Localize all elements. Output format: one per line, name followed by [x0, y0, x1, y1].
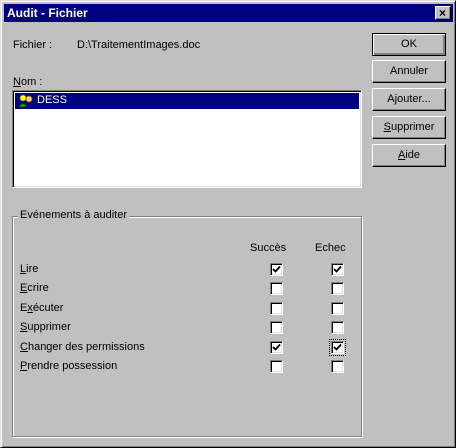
event-label-read: Lire	[20, 263, 39, 275]
list-item[interactable]: DESS	[15, 93, 359, 109]
add-button[interactable]: Ajouter...	[372, 88, 446, 111]
success-checkbox-execute[interactable]	[270, 302, 283, 315]
success-checkbox-write[interactable]	[270, 282, 283, 295]
names-listbox[interactable]: DESS	[12, 90, 362, 188]
events-group-title: Evénements à auditer	[18, 209, 130, 221]
success-column-header: Succès	[250, 242, 287, 254]
success-checkbox-read[interactable]	[270, 263, 283, 276]
failure-checkbox-write[interactable]	[331, 282, 344, 295]
help-button[interactable]: Aide	[372, 144, 446, 167]
check-icon	[333, 343, 342, 351]
event-label-delete: Supprimer	[20, 321, 71, 333]
list-item-label: DESS	[37, 94, 67, 106]
cancel-button[interactable]: Annuler	[372, 60, 446, 83]
failure-checkbox-take-ownership[interactable]	[331, 360, 344, 373]
failure-column-header: Echec	[315, 242, 346, 254]
close-icon: ×	[439, 6, 447, 20]
event-label-take-ownership: Prendre possession	[20, 360, 118, 372]
failure-checkbox-read[interactable]	[331, 263, 344, 276]
title-bar: Audit - Fichier ×	[4, 4, 453, 22]
audit-dialog: Audit - Fichier × Fichier : D:\Traitemen…	[0, 0, 456, 448]
check-icon	[272, 265, 281, 273]
check-icon	[272, 343, 281, 351]
success-checkbox-take-ownership[interactable]	[270, 360, 283, 373]
names-label: Nom :	[13, 76, 43, 88]
close-button[interactable]: ×	[435, 6, 451, 20]
success-checkbox-delete[interactable]	[270, 321, 283, 334]
event-label-write: Ecrire	[20, 282, 49, 294]
check-icon	[333, 265, 342, 273]
event-label-change-permissions: Changer des permissions	[20, 341, 145, 353]
remove-button[interactable]: Supprimer	[372, 116, 446, 139]
ok-button[interactable]: OK	[372, 33, 446, 56]
file-path: D:\TraitementImages.doc	[77, 39, 201, 51]
window-title: Audit - Fichier	[7, 6, 88, 20]
event-label-execute: Exécuter	[20, 302, 64, 314]
failure-checkbox-execute[interactable]	[331, 302, 344, 315]
failure-checkbox-change-permissions[interactable]	[331, 341, 344, 354]
group-icon	[18, 94, 34, 108]
failure-checkbox-delete[interactable]	[331, 321, 344, 334]
file-label: Fichier :	[13, 39, 53, 51]
success-checkbox-change-permissions[interactable]	[270, 341, 283, 354]
